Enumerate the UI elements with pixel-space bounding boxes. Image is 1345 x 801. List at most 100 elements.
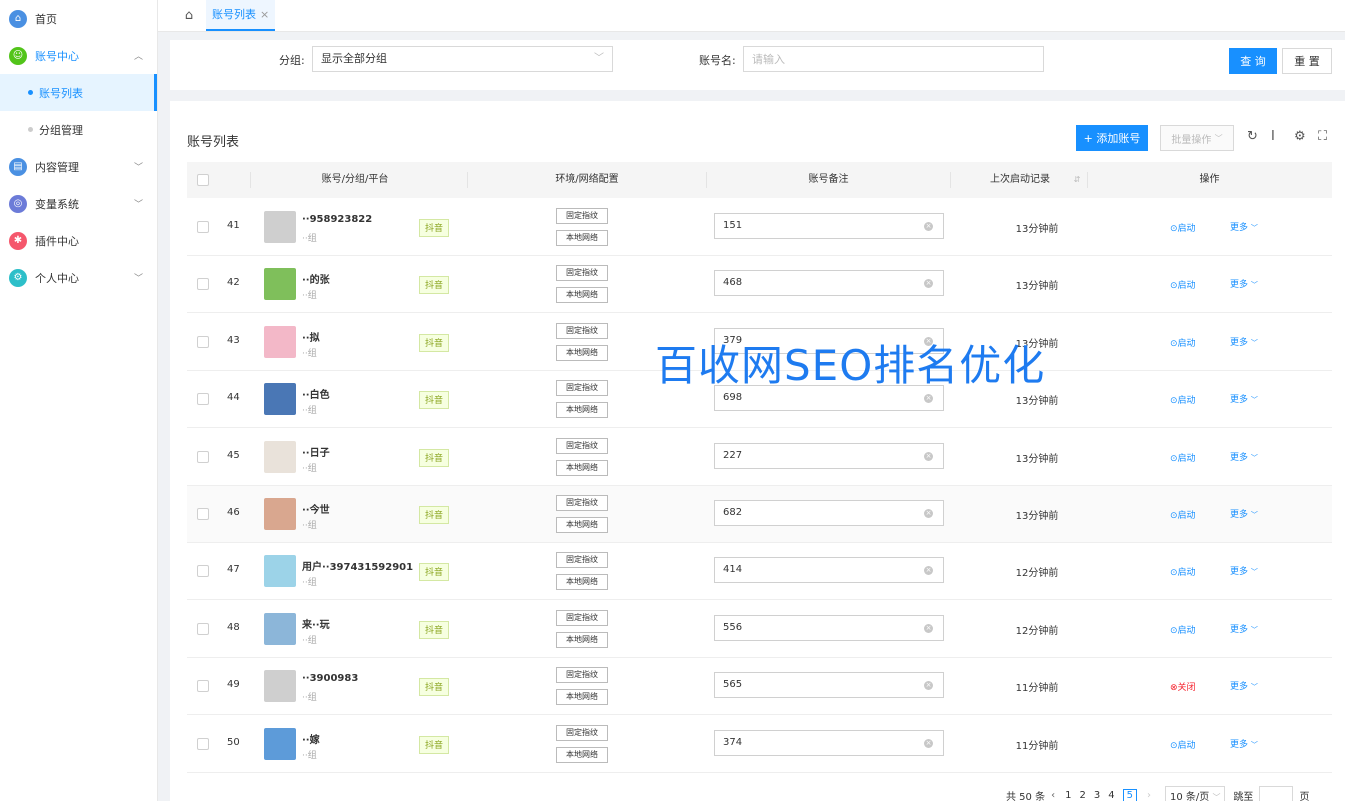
more-actions-button[interactable]: 更多 ﹀	[1230, 220, 1258, 233]
clear-icon[interactable]: ×	[924, 681, 933, 691]
toggle-run-button[interactable]: ⊙启动	[1170, 221, 1196, 234]
clear-icon[interactable]: ×	[924, 279, 933, 289]
clear-icon[interactable]: ×	[924, 394, 933, 404]
toggle-run-button[interactable]: ⊗关闭	[1170, 680, 1196, 693]
toggle-run-button[interactable]: ⊙启动	[1170, 278, 1196, 291]
clear-icon[interactable]: ×	[924, 623, 933, 633]
row-checkbox[interactable]	[197, 737, 209, 750]
row-checkbox[interactable]	[197, 450, 209, 463]
sidebar-item-account-center[interactable]: ☺ 账号中心 ︿	[0, 37, 157, 74]
toggle-run-label: 启动	[1177, 625, 1196, 636]
sidebar-subitem-group-management[interactable]: 分组管理	[0, 111, 157, 148]
add-account-button[interactable]: + 添加账号	[1076, 125, 1148, 151]
sidebar-item-content-management[interactable]: ▤ 内容管理 ﹀	[0, 148, 157, 185]
clear-icon[interactable]: ×	[924, 566, 933, 576]
toggle-run-button[interactable]: ⊙启动	[1170, 508, 1196, 521]
sidebar-item-label: 账号列表	[39, 86, 83, 100]
remark-value: 414	[723, 564, 743, 576]
select-all-checkbox[interactable]	[197, 174, 209, 186]
more-actions-button[interactable]: 更多 ﹀	[1230, 679, 1258, 692]
row-checkbox[interactable]	[197, 508, 209, 520]
remark-input[interactable]: 565 ×	[714, 672, 944, 699]
bullet-icon	[28, 90, 33, 95]
home-tab-icon[interactable]: ⌂	[178, 0, 200, 31]
close-icon[interactable]: ×	[260, 8, 269, 21]
page-2-button[interactable]: 2	[1079, 790, 1085, 801]
account-name: ··拟	[302, 332, 320, 344]
page-size-value: 10 条/页	[1169, 791, 1210, 801]
more-actions-button[interactable]: 更多 ﹀	[1230, 392, 1258, 405]
more-label: 更多	[1230, 395, 1249, 406]
more-actions-button[interactable]: 更多 ﹀	[1230, 450, 1258, 463]
query-button[interactable]: 查 询	[1229, 48, 1277, 74]
remark-input[interactable]: 682 ×	[714, 500, 944, 526]
play-icon: ⊙	[1170, 281, 1178, 292]
more-actions-button[interactable]: 更多 ﹀	[1230, 277, 1258, 290]
column-settings-icon[interactable]: ⚙	[1294, 129, 1306, 144]
toggle-run-button[interactable]: ⊙启动	[1170, 623, 1196, 636]
toggle-run-button[interactable]: ⊙启动	[1170, 738, 1196, 751]
row-checkbox[interactable]	[197, 278, 209, 291]
more-actions-button[interactable]: 更多 ﹀	[1230, 622, 1258, 635]
sort-icon[interactable]: ⇵	[1067, 162, 1087, 198]
toggle-run-button[interactable]: ⊙启动	[1170, 451, 1196, 464]
fullscreen-icon[interactable]: ⛶	[1318, 129, 1327, 144]
clear-icon[interactable]: ×	[924, 222, 933, 231]
account-name: 用户··397431592901	[302, 562, 414, 574]
row-checkbox[interactable]	[197, 221, 209, 233]
remark-input[interactable]: 151 ×	[714, 213, 944, 239]
avatar	[264, 555, 296, 588]
prev-page-icon[interactable]: ‹	[1051, 790, 1055, 801]
account-group: ··组	[302, 463, 317, 474]
page-size-select[interactable]: 10 条/页 ﹀	[1164, 785, 1226, 801]
remark-input[interactable]: 556 ×	[714, 614, 944, 641]
sidebar-item-personal-center[interactable]: ⚙ 个人中心 ﹀	[0, 259, 157, 296]
chevron-down-icon: ﹀	[1250, 338, 1258, 347]
page-4-button[interactable]: 4	[1108, 790, 1114, 801]
refresh-icon[interactable]: ↻	[1247, 129, 1258, 144]
remark-input[interactable]: 374 ×	[714, 729, 944, 756]
clear-icon[interactable]: ×	[924, 451, 933, 461]
page-5-button[interactable]: 5	[1122, 788, 1137, 801]
remark-input[interactable]: 227 ×	[714, 442, 944, 469]
chevron-down-icon: ﹀	[1250, 625, 1258, 634]
next-page-icon[interactable]: ›	[1147, 790, 1151, 801]
page-3-button[interactable]: 3	[1094, 790, 1100, 801]
remark-input[interactable]: 414 ×	[714, 557, 944, 584]
sidebar-item-plugin-center[interactable]: ✱ 插件中心	[0, 222, 157, 259]
sidebar-subitem-account-list[interactable]: 账号列表	[0, 74, 157, 111]
play-icon: ⊙	[1170, 396, 1178, 407]
more-actions-button[interactable]: 更多 ﹀	[1230, 737, 1258, 750]
clear-icon[interactable]: ×	[924, 738, 933, 748]
density-icon[interactable]: Ⅰ	[1271, 129, 1275, 144]
sidebar-item-variable-system[interactable]: ◎ 变量系统 ﹀	[0, 185, 157, 222]
row-checkbox[interactable]	[197, 335, 209, 348]
more-actions-button[interactable]: 更多 ﹀	[1230, 564, 1258, 577]
toggle-run-button[interactable]: ⊙启动	[1170, 565, 1196, 578]
clear-icon[interactable]: ×	[924, 509, 933, 518]
row-checkbox[interactable]	[197, 393, 209, 406]
row-checkbox[interactable]	[197, 622, 209, 635]
reset-button[interactable]: 重 置	[1282, 48, 1332, 74]
toggle-run-label: 启动	[1177, 511, 1196, 521]
sidebar-item-label: 内容管理	[35, 160, 79, 174]
toggle-run-button[interactable]: ⊙启动	[1170, 336, 1196, 349]
account-name-input[interactable]	[743, 46, 1044, 72]
chevron-down-icon: ﹀	[133, 274, 143, 284]
page-1-button[interactable]: 1	[1065, 790, 1071, 801]
more-actions-button[interactable]: 更多 ﹀	[1230, 507, 1258, 520]
toggle-run-button[interactable]: ⊙启动	[1170, 393, 1196, 406]
sidebar-item-home[interactable]: ⌂ 首页	[0, 0, 157, 37]
batch-operation-button[interactable]: 批量操作 ﹀	[1160, 125, 1234, 151]
remark-input[interactable]: 468 ×	[714, 270, 944, 297]
row-checkbox[interactable]	[197, 680, 209, 693]
group-select[interactable]: 显示全部分组 ﹀	[312, 46, 613, 72]
fingerprint-tag: 固定指纹	[556, 265, 608, 282]
jump-page-input[interactable]	[1259, 786, 1294, 801]
sidebar-item-label: 分组管理	[39, 123, 83, 137]
account-group: ··组	[302, 578, 317, 589]
row-checkbox[interactable]	[197, 565, 209, 578]
more-actions-button[interactable]: 更多 ﹀	[1230, 335, 1258, 348]
chevron-down-icon: ﹀	[594, 53, 604, 64]
tab-account-list[interactable]: 账号列表 ×	[206, 0, 276, 31]
